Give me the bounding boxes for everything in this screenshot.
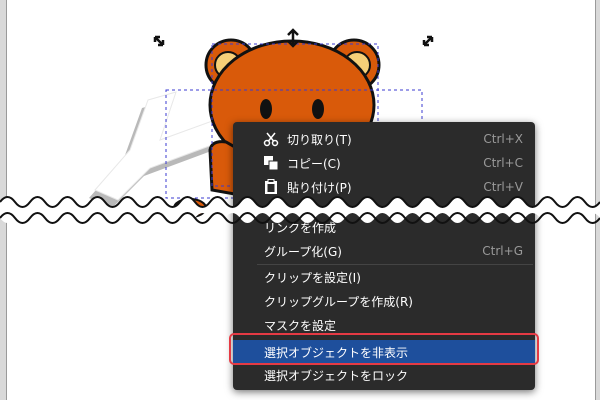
menu-item-label: コピー(C) [287,156,341,171]
menu-separator [257,264,533,265]
resize-handle-top-right-icon[interactable] [422,35,434,47]
copy-icon [263,155,279,171]
menu-item-label: クリップグループを作成(R) [264,294,413,309]
menu-item-label: 切り取り(T) [287,132,352,147]
menu-item-set-clip[interactable]: クリップを設定(I) [233,266,535,288]
menu-item-lock-selection[interactable]: 選択オブジェクトをロック [233,364,535,386]
menu-item-shortcut: Ctrl+C [483,156,523,170]
menu-item-cut[interactable]: 切り取り(T) Ctrl+X [233,128,535,150]
resize-handle-top-left-icon[interactable] [153,35,165,47]
menu-item-label: 選択オブジェクトをロック [264,368,409,383]
torn-edge-divider [0,196,600,224]
menu-item-label: クリップを設定(I) [264,270,361,285]
menu-item-create-clip-group[interactable]: クリップグループを作成(R) [233,290,535,312]
menu-item-group[interactable]: グループ化(G) Ctrl+G [233,240,535,262]
resize-handle-top-icon[interactable] [287,28,299,48]
menu-item-shortcut: Ctrl+X [483,132,523,146]
menu-item-label: グループ化(G) [264,244,342,259]
menu-item-shortcut: Ctrl+G [482,244,523,258]
menu-item-label: マスクを設定 [264,318,337,333]
highlight-callout-box [229,333,539,365]
menu-item-copy[interactable]: コピー(C) Ctrl+C [233,152,535,174]
scissors-icon [263,131,279,147]
